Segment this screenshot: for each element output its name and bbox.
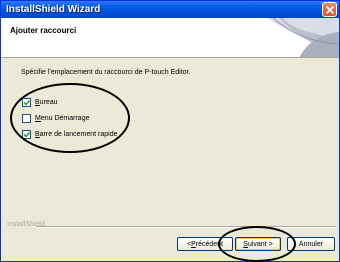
header-graphic (267, 18, 339, 57)
close-icon (325, 5, 335, 15)
window-title: InstallShield Wizard (6, 4, 101, 15)
wizard-header: Ajouter raccourci (1, 18, 339, 58)
header-title: Ajouter raccourci (10, 26, 77, 35)
instructions-text: Spécifie l'emplacement du raccourci de P… (21, 69, 191, 76)
installshield-window: InstallShield Wizard Ajouter raccourci S… (0, 0, 340, 262)
title-bar[interactable]: InstallShield Wizard (1, 1, 339, 18)
options-highlight-circle (10, 83, 130, 153)
next-button-highlight-circle (218, 226, 296, 262)
close-button[interactable] (322, 2, 337, 17)
footer-divider (36, 226, 336, 228)
